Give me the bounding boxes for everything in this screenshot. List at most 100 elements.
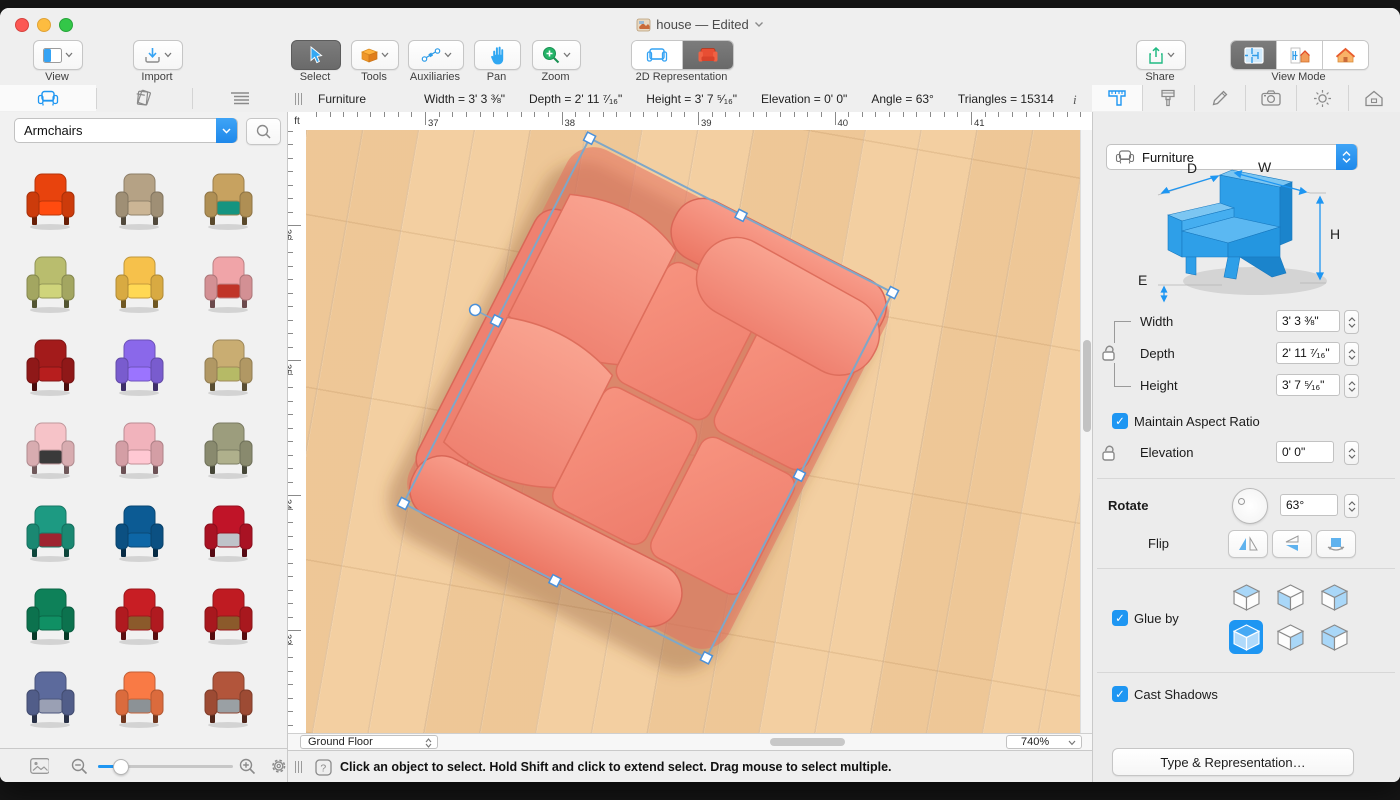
- glue-back-button[interactable]: [1317, 580, 1351, 614]
- library-item-yellow-recliner[interactable]: [99, 243, 179, 323]
- category-dropdown[interactable]: Armchairs: [14, 118, 238, 143]
- library-item-classic-armchair[interactable]: [99, 160, 179, 240]
- zoom-button[interactable]: [532, 40, 581, 70]
- library-item-wicker-armchair[interactable]: [188, 160, 268, 240]
- flip-rotate-button[interactable]: [1316, 530, 1356, 558]
- flip-horizontal-button[interactable]: [1228, 530, 1268, 558]
- glue-left-button[interactable]: [1273, 580, 1307, 614]
- zoom-in-icon[interactable]: [239, 758, 256, 775]
- horizontal-scrollbar-thumb[interactable]: [770, 738, 845, 746]
- tab-materials[interactable]: [1143, 85, 1194, 111]
- camera-icon: [1261, 90, 1281, 106]
- library-item-rust-highback-chair[interactable]: [188, 658, 268, 738]
- rotate-stepper[interactable]: [1344, 494, 1359, 518]
- title-chevron-icon[interactable]: [754, 21, 764, 28]
- settings-gear-icon[interactable]: [270, 757, 287, 775]
- library-item-orange-swivel-chair[interactable]: [99, 658, 179, 738]
- ruler-label: 37: [428, 118, 439, 129]
- tab-furniture-library[interactable]: [0, 85, 96, 111]
- cast-shadows-checkbox[interactable]: ✓: [1112, 686, 1128, 702]
- maintain-aspect-checkbox[interactable]: ✓: [1112, 413, 1128, 429]
- zoom-out-icon[interactable]: [71, 758, 88, 775]
- share-button[interactable]: [1136, 40, 1186, 70]
- view-mode-2d-button[interactable]: [1231, 41, 1277, 69]
- flip-vertical-icon: [1284, 535, 1300, 553]
- elevation-lock-icon[interactable]: [1100, 443, 1122, 463]
- select-button[interactable]: [291, 40, 341, 70]
- representation-2d-button[interactable]: [632, 41, 683, 69]
- glue-front-button[interactable]: [1317, 620, 1351, 654]
- info-icon[interactable]: i: [1072, 93, 1080, 106]
- ruler-minor-tick: [288, 401, 293, 402]
- auxiliaries-button[interactable]: [408, 40, 464, 70]
- ruler-minor-tick: [330, 112, 331, 117]
- zoom-plus-icon: [542, 46, 560, 64]
- preview-image-icon[interactable]: [30, 758, 49, 774]
- library-item-slate-swivel-chair[interactable]: [10, 658, 90, 738]
- ruler-minor-tick: [889, 112, 890, 117]
- rotate-dial[interactable]: [1232, 488, 1268, 524]
- tab-building[interactable]: [1349, 85, 1400, 111]
- tools-button[interactable]: [351, 40, 399, 70]
- view-mode-split-button[interactable]: [1277, 41, 1323, 69]
- library-item-teal-tub-chair[interactable]: [10, 492, 90, 572]
- floor-selector[interactable]: Ground Floor: [300, 735, 438, 749]
- view-mode-3d-button[interactable]: [1323, 41, 1368, 69]
- rotate-field[interactable]: 63°: [1280, 494, 1338, 516]
- library-item-crimson-wood-chair[interactable]: [188, 575, 268, 655]
- view-button[interactable]: [33, 40, 83, 70]
- library-item-pink-curved-chair[interactable]: [99, 409, 179, 489]
- library-item-olive-armchair[interactable]: [10, 243, 90, 323]
- ruler-minor-tick: [370, 112, 371, 117]
- size-lock-icon[interactable]: [1100, 343, 1122, 363]
- pan-button[interactable]: [474, 40, 521, 70]
- tab-light[interactable]: [1297, 85, 1348, 111]
- library-item-purple-armchair[interactable]: [99, 326, 179, 406]
- tab-camera[interactable]: [1246, 85, 1297, 111]
- drag-handle-icon[interactable]: [294, 761, 304, 773]
- library-item-mission-chair[interactable]: [188, 326, 268, 406]
- category-dropdown-button[interactable]: [216, 118, 237, 143]
- import-button[interactable]: [133, 40, 183, 70]
- glue-right-button[interactable]: [1273, 620, 1307, 654]
- help-icon[interactable]: ?: [315, 759, 332, 776]
- tab-object-properties[interactable]: [1092, 85, 1143, 111]
- library-item-khaki-chair[interactable]: [188, 409, 268, 489]
- ruler-minor-tick: [288, 428, 293, 429]
- vertical-scrollbar-thumb[interactable]: [1083, 340, 1091, 432]
- slider-thumb[interactable]: [113, 759, 129, 775]
- drag-handle-icon[interactable]: [294, 93, 304, 105]
- elevation-field[interactable]: 0' 0": [1276, 441, 1334, 463]
- glue-by-checkbox[interactable]: ✓: [1112, 610, 1128, 626]
- elevation-stepper[interactable]: [1344, 441, 1359, 465]
- zoom-level-control[interactable]: 740%: [1006, 735, 1082, 749]
- thumbnail-size-slider[interactable]: [98, 759, 229, 773]
- library-item-red-wood-chair[interactable]: [99, 575, 179, 655]
- type-representation-button[interactable]: Type & Representation…: [1112, 748, 1354, 776]
- ruler-minor-tick: [493, 112, 494, 117]
- library-item-dark-red-club-chair[interactable]: [10, 326, 90, 406]
- height-field[interactable]: 3' 7 ⁵⁄₁₆": [1276, 374, 1340, 396]
- library-item-red-chrome-chair[interactable]: [188, 492, 268, 572]
- width-stepper[interactable]: [1344, 310, 1359, 334]
- depth-stepper[interactable]: [1344, 342, 1359, 366]
- ruler-minor-tick: [288, 549, 293, 550]
- library-item-navy-tub-chair[interactable]: [99, 492, 179, 572]
- flip-vertical-button[interactable]: [1272, 530, 1312, 558]
- depth-field[interactable]: 2' 11 ⁷⁄₁₆": [1276, 342, 1340, 364]
- height-stepper[interactable]: [1344, 374, 1359, 398]
- tab-project-tree[interactable]: [192, 85, 288, 111]
- glue-bottom-button[interactable]: [1229, 620, 1263, 654]
- width-field[interactable]: 3' 3 ⅜": [1276, 310, 1340, 332]
- share-label: Share: [1136, 71, 1184, 83]
- search-button[interactable]: [246, 118, 281, 145]
- tab-edit[interactable]: [1195, 85, 1246, 111]
- glue-top-button[interactable]: [1229, 580, 1263, 614]
- representation-3d-button[interactable]: [683, 41, 733, 69]
- library-item-egg-chair[interactable]: [10, 160, 90, 240]
- library-item-pink-green-armchair[interactable]: [188, 243, 268, 323]
- chair-thumbnail: [196, 583, 260, 647]
- library-item-pink-metal-chair[interactable]: [10, 409, 90, 489]
- library-item-green-cube-chair[interactable]: [10, 575, 90, 655]
- tab-materials-library[interactable]: [96, 85, 192, 111]
